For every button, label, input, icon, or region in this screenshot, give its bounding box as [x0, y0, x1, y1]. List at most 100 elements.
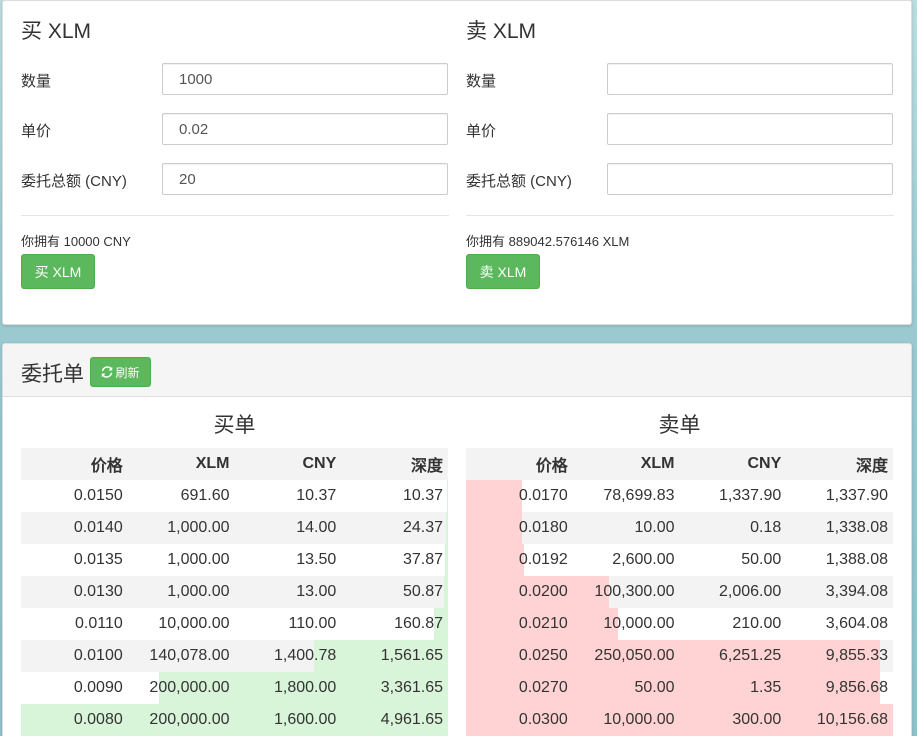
table-row[interactable]: 0.0270 50.00 1.35 9,856.68	[466, 672, 893, 704]
col-price: 价格	[466, 448, 573, 480]
sell-total-label: 委托总额 (CNY)	[466, 173, 572, 190]
sell-cell-xlm: 10,000.00	[603, 711, 675, 728]
sell-cell-cny: 210.00	[732, 615, 782, 632]
sell-cell-price: 0.0192	[518, 551, 568, 568]
buy-quantity-row: 数量	[21, 63, 449, 95]
col-price: 价格	[21, 448, 128, 480]
table-row[interactable]: 0.0210 10,000.00 210.00 3,604.08	[466, 608, 893, 640]
buy-quantity-input[interactable]	[162, 63, 448, 95]
buy-price-row: 单价	[21, 113, 449, 145]
buy-cell-cny: 110.00	[288, 615, 337, 632]
sell-cell-cny: 300.00	[732, 711, 782, 728]
table-row[interactable]: 0.0180 10.00 0.18 1,338.08	[466, 512, 893, 544]
sell-cell-depth: 1,337.90	[825, 487, 888, 504]
buy-cell-cny: 1,600.00	[273, 711, 337, 728]
buy-cell-xlm: 140,078.00	[149, 647, 230, 664]
table-row[interactable]: 0.0250 250,050.00 6,251.25 9,855.33	[466, 640, 893, 672]
sell-quantity-input[interactable]	[607, 63, 893, 95]
orders-panel: 委托单 刷新 买单 价格 XLM CNY 深度 0.0150 691.60 10.3…	[2, 343, 912, 736]
buy-cell-xlm: 1,000.00	[167, 583, 230, 600]
table-row[interactable]: 0.0080 200,000.00 1,600.00 4,961.65	[21, 704, 448, 736]
sell-cell-cny: 0.18	[750, 519, 782, 536]
buy-price-input[interactable]	[162, 113, 448, 145]
sell-cell-depth: 9,856.68	[825, 679, 888, 696]
buy-orders-table: 价格 XLM CNY 深度 0.0150 691.60 10.37 10.37 0.01…	[21, 448, 448, 736]
sell-price-input[interactable]	[607, 113, 893, 145]
sell-cell-depth: 9,855.33	[825, 647, 888, 664]
sell-cell-depth: 3,604.08	[825, 615, 888, 632]
col-depth: 深度	[786, 448, 893, 480]
refresh-button[interactable]: 刷新	[90, 357, 151, 387]
buy-cell-price: 0.0080	[73, 711, 123, 728]
buy-cell-price: 0.0100	[73, 647, 123, 664]
buy-cell-xlm: 1,000.00	[167, 551, 230, 568]
buy-cell-xlm: 200,000.00	[149, 711, 230, 728]
sell-cell-depth: 3,394.08	[825, 583, 888, 600]
sell-cell-cny: 6,251.25	[718, 647, 782, 664]
buy-cell-depth: 4,961.65	[380, 711, 443, 728]
col-depth: 深度	[341, 448, 448, 480]
table-row[interactable]: 0.0090 200,000.00 1,800.00 3,361.65	[21, 672, 448, 704]
buy-cell-cny: 1,400.78	[273, 647, 337, 664]
table-row[interactable]: 0.0135 1,000.00 13.50 37.87	[21, 544, 448, 576]
col-cny: CNY	[234, 448, 342, 480]
col-xlm: XLM	[572, 448, 680, 480]
sell-cell-xlm: 50.00	[634, 679, 675, 696]
table-row[interactable]: 0.0150 691.60 10.37 10.37	[21, 480, 448, 512]
sell-orders-table: 价格 XLM CNY 深度 0.0170 78,699.83 1,337.90 1,3…	[466, 448, 893, 736]
sell-cell-price: 0.0180	[518, 519, 568, 536]
buy-cell-xlm: 1,000.00	[167, 519, 230, 536]
sell-total-row: 委托总额 (CNY)	[466, 163, 894, 195]
buy-cell-depth: 10.37	[402, 487, 443, 504]
buy-button[interactable]: 买 XLM	[21, 254, 95, 289]
buy-cell-depth: 160.87	[394, 615, 443, 632]
sell-cell-xlm: 100,300.00	[594, 583, 675, 600]
table-row[interactable]: 0.0170 78,699.83 1,337.90 1,337.90	[466, 480, 893, 512]
col-cny: CNY	[679, 448, 787, 480]
buy-cell-price: 0.0135	[73, 551, 123, 568]
buy-total-label: 委托总额 (CNY)	[21, 173, 127, 190]
sell-cell-cny: 1,337.90	[718, 487, 782, 504]
table-row[interactable]: 0.0100 140,078.00 1,400.78 1,561.65	[21, 640, 448, 672]
buy-cell-cny: 1,800.00	[273, 679, 337, 696]
buy-price-label: 单价	[21, 123, 52, 140]
sell-divider	[466, 215, 894, 216]
sell-cell-price: 0.0210	[518, 615, 568, 632]
sell-cell-price: 0.0200	[518, 583, 568, 600]
sell-cell-depth: 10,156.68	[816, 711, 888, 728]
buy-cell-cny: 13.00	[296, 583, 337, 600]
buy-cell-price: 0.0130	[73, 583, 123, 600]
buy-cell-price: 0.0090	[73, 679, 123, 696]
table-row[interactable]: 0.0110 10,000.00 110.00 160.87	[21, 608, 448, 640]
sell-price-row: 单价	[466, 113, 894, 145]
col-xlm: XLM	[127, 448, 235, 480]
buy-cell-depth: 1,561.65	[380, 647, 443, 664]
buy-cell-cny: 10.37	[296, 487, 337, 504]
buy-cell-depth: 24.37	[402, 519, 443, 536]
table-row[interactable]: 0.0300 10,000.00 300.00 10,156.68	[466, 704, 893, 736]
buy-cell-price: 0.0150	[73, 487, 123, 504]
buy-balance: 你拥有 10000 CNY	[21, 234, 131, 249]
sell-price-label: 单价	[466, 123, 497, 140]
sell-button[interactable]: 卖 XLM	[466, 254, 540, 289]
sell-cell-depth: 1,388.08	[825, 551, 888, 568]
buy-orders-title: 买单	[213, 414, 256, 437]
buy-cell-price: 0.0110	[75, 615, 123, 632]
sell-cell-price: 0.0270	[518, 679, 568, 696]
sell-cell-xlm: 2,600.00	[612, 551, 675, 568]
buy-cell-cny: 13.50	[296, 551, 337, 568]
sell-quantity-label: 数量	[466, 73, 497, 90]
table-row[interactable]: 0.0192 2,600.00 50.00 1,388.08	[466, 544, 893, 576]
sell-orders-title: 卖单	[658, 414, 701, 437]
buy-cell-depth: 50.87	[402, 583, 443, 600]
table-row[interactable]: 0.0200 100,300.00 2,006.00 3,394.08	[466, 576, 893, 608]
table-row[interactable]: 0.0130 1,000.00 13.00 50.87	[21, 576, 448, 608]
sell-cell-xlm: 78,699.83	[603, 487, 675, 504]
sell-cell-price: 0.0300	[518, 711, 568, 728]
buy-total-input[interactable]	[162, 163, 448, 195]
sell-balance: 你拥有 889042.576146 XLM	[466, 234, 630, 249]
buy-cell-cny: 14.00	[296, 519, 337, 536]
table-row[interactable]: 0.0140 1,000.00 14.00 24.37	[21, 512, 448, 544]
sell-total-input[interactable]	[607, 163, 893, 195]
buy-form-title: 买 XLM	[21, 20, 92, 43]
